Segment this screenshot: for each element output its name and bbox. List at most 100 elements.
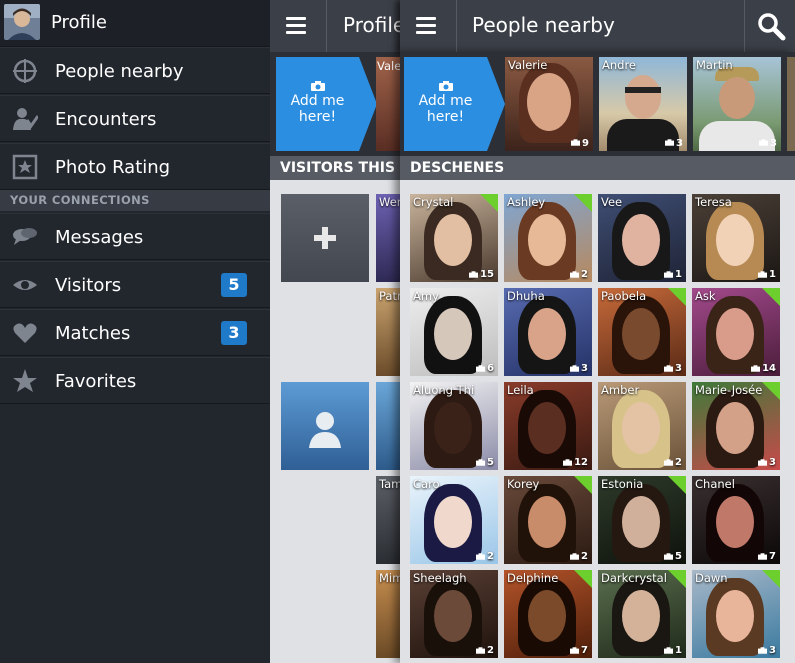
- visitors-count-badge: 5: [221, 273, 247, 297]
- photo-count: 3: [664, 363, 682, 374]
- camera-icon: [469, 271, 479, 278]
- back-visitor-tile[interactable]: [376, 382, 400, 470]
- nav-item-photo-rating[interactable]: Photo Rating: [0, 143, 270, 190]
- photo-face: [528, 308, 566, 360]
- visitor-tile[interactable]: Amy 6: [410, 288, 498, 376]
- nav-item-matches[interactable]: Matches 3: [0, 309, 270, 356]
- visitor-name: Teresa: [695, 195, 732, 209]
- camera-icon: [476, 365, 486, 372]
- visitor-tile[interactable]: Korey 2: [504, 476, 592, 564]
- back-visitor-tile[interactable]: Tam: [376, 476, 400, 564]
- photo-count: 14: [751, 363, 776, 374]
- visitor-tile[interactable]: Estonia 5: [598, 476, 686, 564]
- online-indicator: [480, 194, 498, 212]
- strip-photo-valerie[interactable]: Valerie 9: [505, 57, 593, 151]
- camera-icon: [664, 553, 674, 560]
- visitor-tile[interactable]: Teresa 1: [692, 194, 780, 282]
- visitor-name: Ashley: [507, 195, 546, 209]
- visitor-tile[interactable]: Chanel 7: [692, 476, 780, 564]
- camera-icon: [570, 271, 580, 278]
- visitor-name: Marie-Josée: [695, 383, 763, 397]
- photo-rating-icon: [12, 154, 38, 180]
- visitor-tile[interactable]: Amber 2: [598, 382, 686, 470]
- visitor-tile[interactable]: Ask 14: [692, 288, 780, 376]
- nav-item-messages[interactable]: Messages: [0, 213, 270, 260]
- camera-icon: [758, 271, 768, 278]
- add-me-button[interactable]: Add me here!: [404, 57, 505, 151]
- add-me-label: Add me here!: [418, 93, 473, 125]
- camera-icon: [664, 365, 674, 372]
- visitor-tile[interactable]: Ashley 2: [504, 194, 592, 282]
- photo-count: 3: [759, 138, 777, 149]
- back-placeholder-tile[interactable]: [281, 382, 369, 470]
- visitor-tile[interactable]: Marie-Josée 3: [692, 382, 780, 470]
- photo-face: [528, 214, 566, 266]
- camera-icon: [476, 553, 486, 560]
- visitor-name: Amy: [413, 289, 439, 303]
- photo-count: 3: [758, 645, 776, 656]
- visitor-tile[interactable]: Crystal 15: [410, 194, 498, 282]
- back-visitor-tile[interactable]: Wer: [376, 194, 400, 282]
- photo-face: [434, 590, 472, 642]
- person-silhouette-icon: [309, 412, 341, 448]
- photo-count: 5: [664, 551, 682, 562]
- nav-item-people-nearby[interactable]: People nearby: [0, 47, 270, 94]
- camera-icon: [476, 647, 486, 654]
- photo-face: [716, 308, 754, 360]
- visitor-name: Dawn: [695, 571, 728, 585]
- visitor-name: Estonia: [601, 477, 644, 491]
- strip-photo-martin[interactable]: Martin 3: [693, 57, 781, 151]
- back-visitor-tile[interactable]: Mim: [376, 570, 400, 658]
- visitor-tile[interactable]: Dhuha 3: [504, 288, 592, 376]
- back-add-tile[interactable]: [281, 194, 369, 282]
- visitor-tile[interactable]: Vee 1: [598, 194, 686, 282]
- photo-face: [622, 402, 660, 454]
- nav-item-favorites[interactable]: Favorites: [0, 357, 270, 404]
- online-indicator: [574, 194, 592, 212]
- photo-count: 3: [665, 138, 683, 149]
- photo-face: [716, 496, 754, 548]
- photo-count: 1: [758, 269, 776, 280]
- visitor-tile[interactable]: Delphine 7: [504, 570, 592, 658]
- camera-icon: [664, 459, 674, 466]
- photo-face: [434, 496, 472, 548]
- drawer-profile-row[interactable]: Profile: [0, 0, 270, 47]
- photo-count: 2: [476, 645, 494, 656]
- visitor-tile[interactable]: Paobela 3: [598, 288, 686, 376]
- visitor-tile[interactable]: Dawn 3: [692, 570, 780, 658]
- photo-count: 2: [570, 269, 588, 280]
- nav-item-encounters[interactable]: Encounters: [0, 95, 270, 142]
- photo-face: [622, 496, 660, 548]
- photo-face: [622, 590, 660, 642]
- back-add-me-label: Add me here!: [290, 93, 345, 125]
- strip-photo-partial[interactable]: [787, 57, 795, 151]
- camera-icon: [759, 139, 769, 146]
- photo-count: 6: [476, 363, 494, 374]
- drawer-profile-label: Profile: [51, 12, 107, 33]
- photo-face: [528, 496, 566, 548]
- heart-icon: [13, 323, 37, 343]
- back-visitor-tile[interactable]: Patr: [376, 288, 400, 376]
- profile-menu-button[interactable]: [270, 0, 326, 52]
- strip-name: Martin: [696, 58, 733, 72]
- nav-item-visitors[interactable]: Visitors 5: [0, 261, 270, 308]
- chat-icon: [13, 228, 37, 245]
- search-button[interactable]: [744, 0, 795, 52]
- camera-icon: [438, 81, 453, 91]
- visitor-tile[interactable]: Caro 2: [410, 476, 498, 564]
- back-strip-photo[interactable]: Vale: [376, 57, 400, 151]
- visitor-tile[interactable]: Aluong Thi 5: [410, 382, 498, 470]
- page-title: People nearby: [472, 13, 615, 37]
- visitor-name: Dhuha: [507, 289, 545, 303]
- visitor-tile[interactable]: Leila 12: [504, 382, 592, 470]
- back-add-me-button[interactable]: Add me here!: [276, 57, 377, 151]
- online-indicator: [668, 476, 686, 494]
- main-menu-button[interactable]: [400, 0, 456, 52]
- strip-photo-andre[interactable]: Andre 3: [599, 57, 687, 151]
- camera-icon: [563, 459, 573, 466]
- visitor-tile[interactable]: Sheelagh 2: [410, 570, 498, 658]
- photo-count: 9: [571, 138, 589, 149]
- photo-face: [622, 308, 660, 360]
- photo-count: 2: [476, 551, 494, 562]
- visitor-tile[interactable]: Darkcrystal 1: [598, 570, 686, 658]
